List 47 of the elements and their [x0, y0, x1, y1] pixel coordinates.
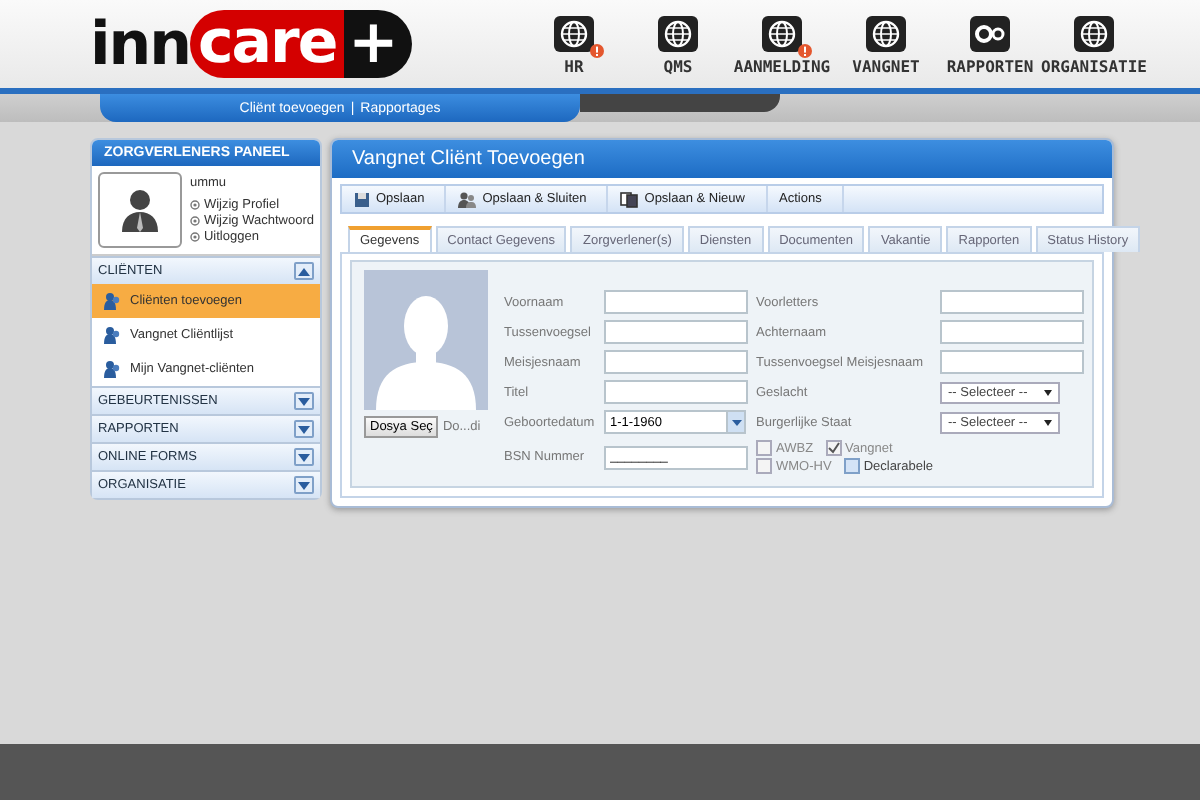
form-title: Vangnet Cliënt Toevoegen	[332, 140, 1112, 178]
alert-icon	[798, 43, 812, 57]
text-field[interactable]	[604, 290, 748, 314]
nav-item[interactable]: ORGANISATIE	[1042, 13, 1146, 75]
nav-item[interactable]: QMS	[626, 13, 730, 75]
dropdown-button[interactable]	[728, 410, 746, 434]
expand-icon[interactable]	[294, 476, 314, 494]
checkbox[interactable]	[843, 458, 860, 474]
person-silhouette-icon	[119, 188, 160, 232]
collapse-icon[interactable]	[294, 262, 314, 280]
chevron-icon	[298, 425, 310, 433]
brand-logo: inncare +	[90, 9, 510, 79]
text-field[interactable]	[940, 290, 1084, 314]
nav-item[interactable]: HR	[522, 13, 626, 75]
text-field[interactable]	[940, 320, 1084, 344]
expand-icon[interactable]	[294, 420, 314, 438]
expand-icon[interactable]	[294, 448, 314, 466]
chevron-icon	[298, 267, 310, 275]
text-field[interactable]	[604, 350, 748, 374]
expand-icon[interactable]	[294, 392, 314, 410]
alert-icon	[590, 43, 604, 57]
users-icon	[104, 292, 120, 310]
chevron-icon	[298, 481, 310, 489]
bullet-icon	[189, 232, 200, 242]
globe-icon	[656, 13, 700, 53]
bullet-icon	[189, 200, 200, 210]
dropdown-arrow-icon	[1044, 419, 1052, 425]
bullet-icon	[189, 216, 200, 226]
nav-item[interactable]: RAPPORTEN	[938, 13, 1042, 75]
people-icon	[458, 191, 477, 207]
text-field[interactable]	[604, 320, 748, 344]
nav-item[interactable]: VANGNET	[834, 13, 938, 75]
globe-icon	[760, 13, 804, 53]
globe-icon	[552, 13, 596, 53]
dropdown-arrow-icon	[731, 419, 741, 425]
text-field[interactable]	[940, 350, 1084, 374]
users-icon	[104, 360, 120, 378]
text-field[interactable]	[604, 380, 748, 404]
gears-icon	[968, 13, 1012, 53]
chevron-icon	[298, 397, 310, 405]
dropdown-arrow-icon	[1044, 389, 1052, 395]
pages-icon	[620, 191, 639, 207]
globe-icon	[1072, 13, 1116, 53]
users-icon	[104, 326, 120, 344]
globe-icon	[864, 13, 908, 53]
chevron-icon	[298, 453, 310, 461]
nav-item[interactable]: AANMELDING	[730, 13, 834, 75]
